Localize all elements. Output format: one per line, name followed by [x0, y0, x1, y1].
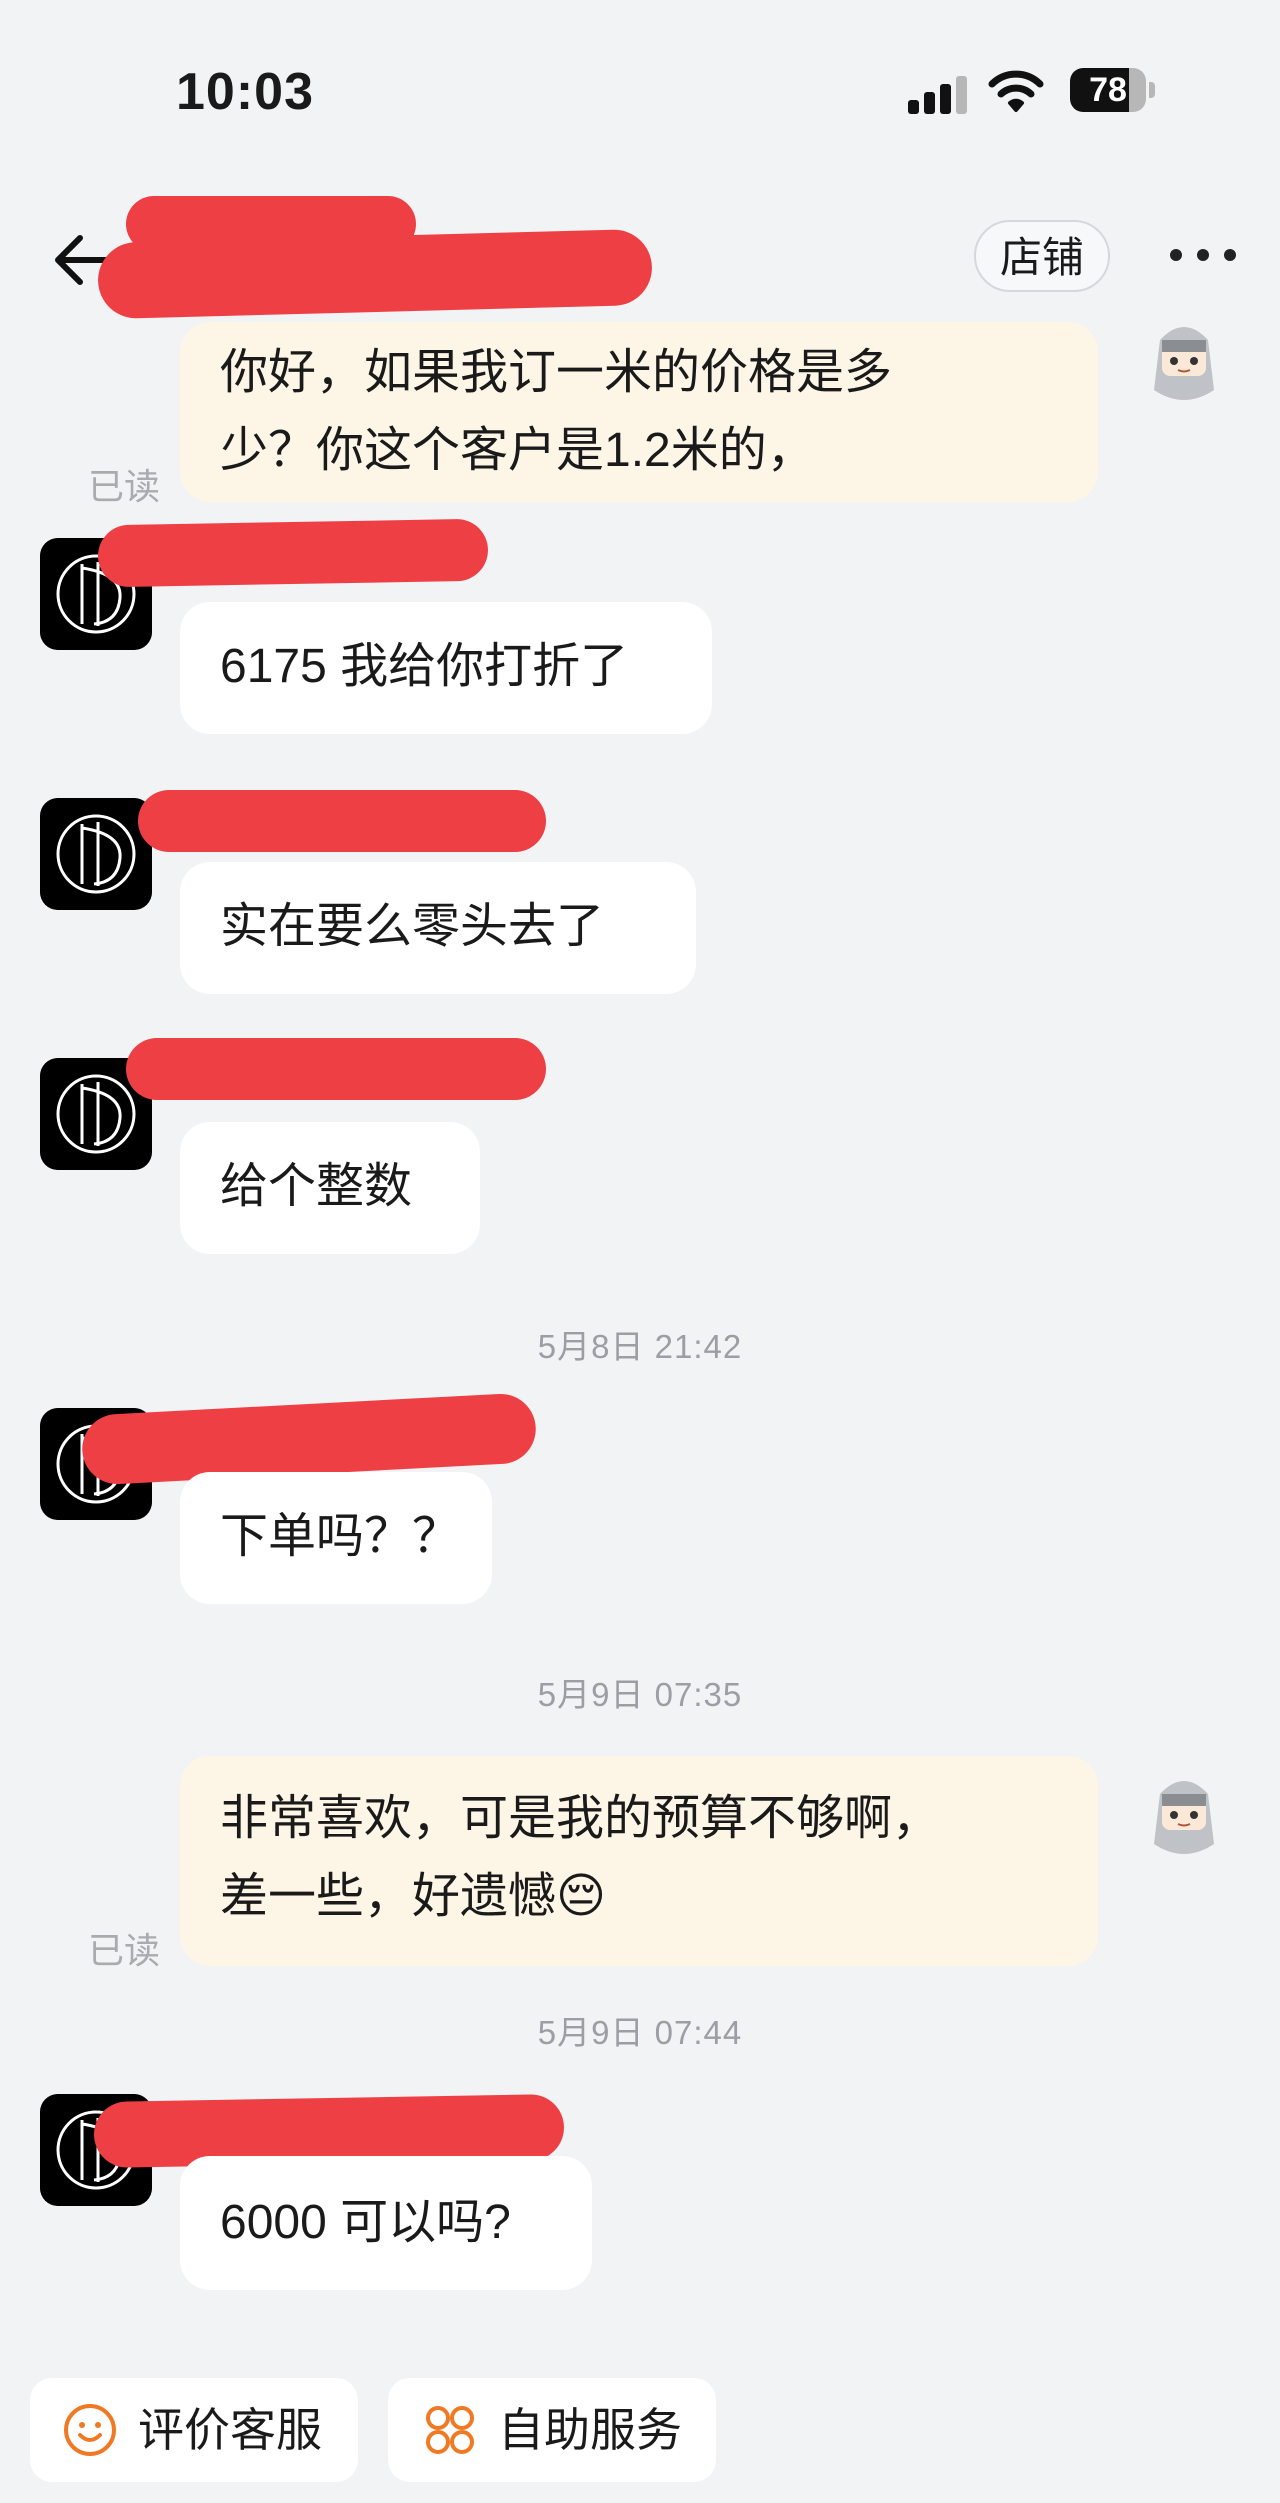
message-timestamp: 5月9日 07:35 [537, 1676, 743, 1713]
shop-message-bubble: 给个整数 [180, 1122, 480, 1254]
battery-percent: 78 [1089, 71, 1127, 109]
shop-button[interactable]: 店铺 [974, 220, 1110, 292]
cellular-signal-icon [908, 74, 968, 114]
rate-service-button[interactable]: 评价客服 [30, 2378, 358, 2482]
quick-action-label: 评价客服 [138, 2404, 322, 2456]
more-options-icon[interactable] [1170, 238, 1236, 272]
wifi-icon [988, 70, 1044, 112]
message-text-line: 少？你这个客户是1.2米的， [220, 424, 815, 477]
grid-services-icon [426, 2406, 474, 2454]
redacted-agent-name [138, 790, 546, 852]
message-timestamp: 5月9日 07:44 [537, 2014, 743, 2051]
message-timestamp: 5月8日 21:42 [537, 1328, 743, 1365]
my-message-bubble: 你好，如果我订一米的价格是多 少？你这个客户是1.2米的， [180, 322, 1098, 502]
message-text-line: 你好，如果我订一米的价格是多 [220, 346, 893, 399]
shop-message-bubble: 实在要么零头去了 [180, 862, 696, 994]
shop-message-bubble: 6175 我给你打折了 [180, 602, 712, 734]
my-message-bubble: 非常喜欢，可是我的预算不够啊， 差一些，好遗憾😔 [180, 1756, 1098, 1966]
redacted-agent-name [97, 518, 489, 588]
user-avatar[interactable] [1138, 318, 1230, 410]
battery-icon: 78 [1070, 68, 1156, 112]
user-avatar[interactable] [1138, 1772, 1230, 1864]
status-time: 10:03 [176, 63, 314, 121]
message-text-line: 非常喜欢，可是我的预算不够啊， [220, 1792, 941, 1845]
shop-message-bubble: 下单吗？？ [180, 1472, 492, 1604]
message-text-line: 差一些，好遗憾😔 [220, 1870, 607, 1923]
read-receipt: 已读 [88, 1930, 161, 1971]
redacted-shop-name [97, 228, 653, 320]
smile-icon [64, 2404, 116, 2456]
self-service-button[interactable]: 自助服务 [388, 2378, 716, 2482]
shop-message-bubble: 6000 可以吗? [180, 2156, 592, 2290]
shop-avatar[interactable] [40, 798, 152, 910]
read-receipt: 已读 [88, 466, 161, 507]
quick-action-label: 自助服务 [498, 2404, 682, 2456]
redacted-agent-name [126, 1038, 546, 1100]
